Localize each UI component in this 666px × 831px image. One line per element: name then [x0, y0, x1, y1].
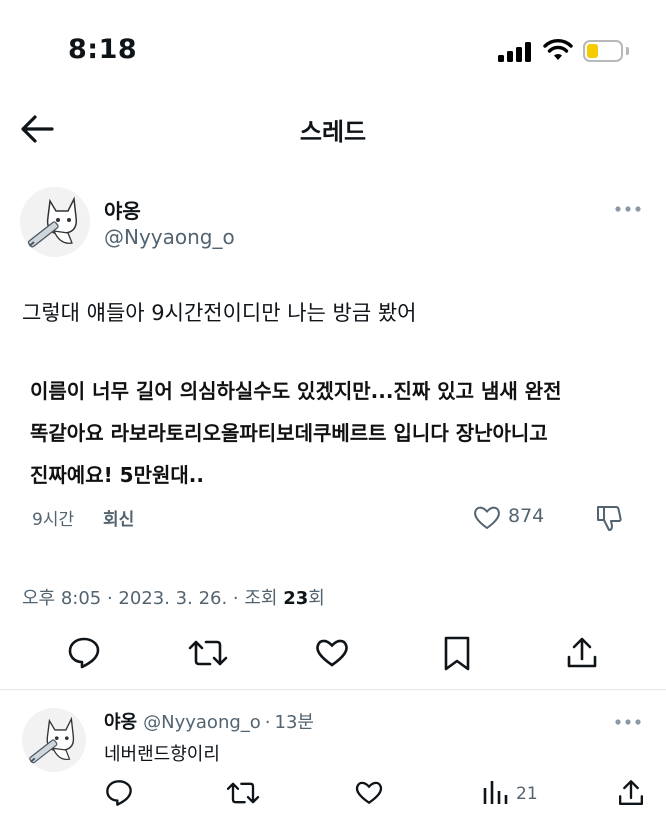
- reply-text: 네버랜드향이리: [104, 744, 220, 765]
- status-bar: 8:18: [0, 0, 666, 100]
- quote-time: 9시간: [32, 510, 75, 530]
- reply-header: 야옹 @Nyyaong_o · 13분: [104, 708, 314, 734]
- quote-line: 이름이 너무 길어 의심하실수도 있겠지만...진짜 있고 냄새 완전: [30, 379, 562, 403]
- reply-icon[interactable]: [104, 778, 134, 808]
- like-count: 874: [508, 505, 545, 527]
- author-handle[interactable]: @Nyyaong_o: [104, 225, 235, 249]
- top-nav: 스레드: [0, 100, 666, 156]
- status-time: 8:18: [68, 34, 138, 65]
- divider: [0, 689, 666, 690]
- separator-dot: ·: [264, 712, 271, 733]
- quote-line: 진짜예요! 5만원대..: [30, 463, 204, 487]
- author-name[interactable]: 야옹: [104, 195, 141, 224]
- bookmark-icon[interactable]: [442, 635, 472, 673]
- like-icon[interactable]: [314, 635, 350, 669]
- reply-tweet[interactable]: 야옹 @Nyyaong_o · 13분 네버랜드향이리 21: [0, 700, 666, 831]
- share-icon[interactable]: [616, 778, 646, 808]
- cat-avatar-icon: [25, 196, 78, 250]
- retweet-icon[interactable]: [188, 635, 228, 671]
- quoted-text: 이름이 너무 길어 의심하실수도 있겠지만...진짜 있고 냄새 완전 똑같아요…: [30, 370, 640, 496]
- tweet-timestamp: 오후 8:05 · 2023. 3. 26. · 조회 23회: [22, 584, 325, 610]
- timestamp-text: 오후 8:05 · 2023. 3. 26. · 조회: [22, 588, 284, 609]
- heart-icon[interactable]: [472, 503, 502, 531]
- battery-icon: [583, 40, 623, 62]
- reply-author-name[interactable]: 야옹: [104, 712, 137, 733]
- avatar[interactable]: [20, 187, 90, 257]
- more-icon[interactable]: [614, 205, 642, 213]
- more-icon[interactable]: [614, 718, 642, 726]
- avatar[interactable]: [22, 708, 86, 772]
- quote-meta-row: 9시간 회신 874: [0, 503, 666, 533]
- view-count: 23: [283, 588, 309, 609]
- quote-line: 똑같아요 라보라토리오올파티보데쿠베르트 입니다 장난아니고: [30, 421, 548, 445]
- reply-time: 13분: [274, 712, 314, 733]
- signal-icon: [498, 42, 532, 62]
- view-suffix: 회: [308, 588, 325, 609]
- tweet-actions: [0, 635, 666, 675]
- cat-avatar-icon: [26, 716, 75, 766]
- retweet-icon[interactable]: [226, 778, 260, 808]
- reply-actions: 21: [0, 778, 666, 810]
- share-icon[interactable]: [564, 635, 600, 671]
- reply-author-handle[interactable]: @Nyyaong_o: [143, 712, 261, 733]
- thumbs-down-icon[interactable]: [594, 503, 624, 533]
- wifi-icon: [543, 39, 573, 60]
- battery-tip: [626, 47, 629, 55]
- page-title: 스레드: [299, 118, 367, 146]
- reply-view-count: 21: [516, 784, 538, 804]
- quote-reply-link[interactable]: 회신: [103, 505, 134, 530]
- tweet-text: 그렇대 얘들아 9시간전이디만 나는 방금 봤어: [22, 301, 417, 325]
- analytics-icon[interactable]: [482, 778, 508, 806]
- like-icon[interactable]: [354, 778, 384, 806]
- reply-icon[interactable]: [66, 635, 102, 671]
